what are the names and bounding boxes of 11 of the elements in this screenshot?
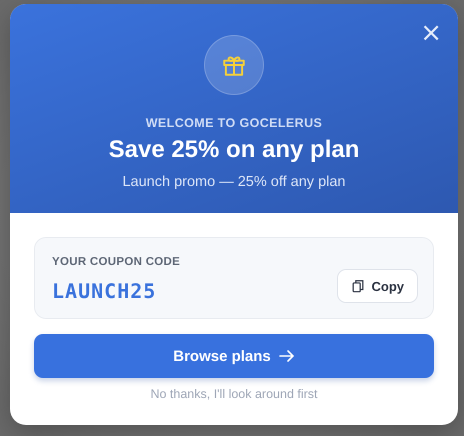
eyebrow-text: WELCOME TO GOCELERUS <box>146 116 322 130</box>
dismiss-link[interactable]: No thanks, I'll look around first <box>150 387 318 401</box>
modal-subtitle: Launch promo — 25% off any plan <box>122 174 346 190</box>
browse-plans-button[interactable]: Browse plans <box>34 334 434 378</box>
close-button[interactable]: × <box>420 20 442 46</box>
coupon-code: LAUNCH25 <box>52 279 158 303</box>
copy-icon <box>350 279 364 293</box>
arrow-right-icon <box>278 349 295 363</box>
copy-button[interactable]: Copy <box>336 269 418 303</box>
coupon-label: YOUR COUPON CODE <box>52 256 180 268</box>
modal-title: Save 25% on any plan <box>108 136 360 164</box>
